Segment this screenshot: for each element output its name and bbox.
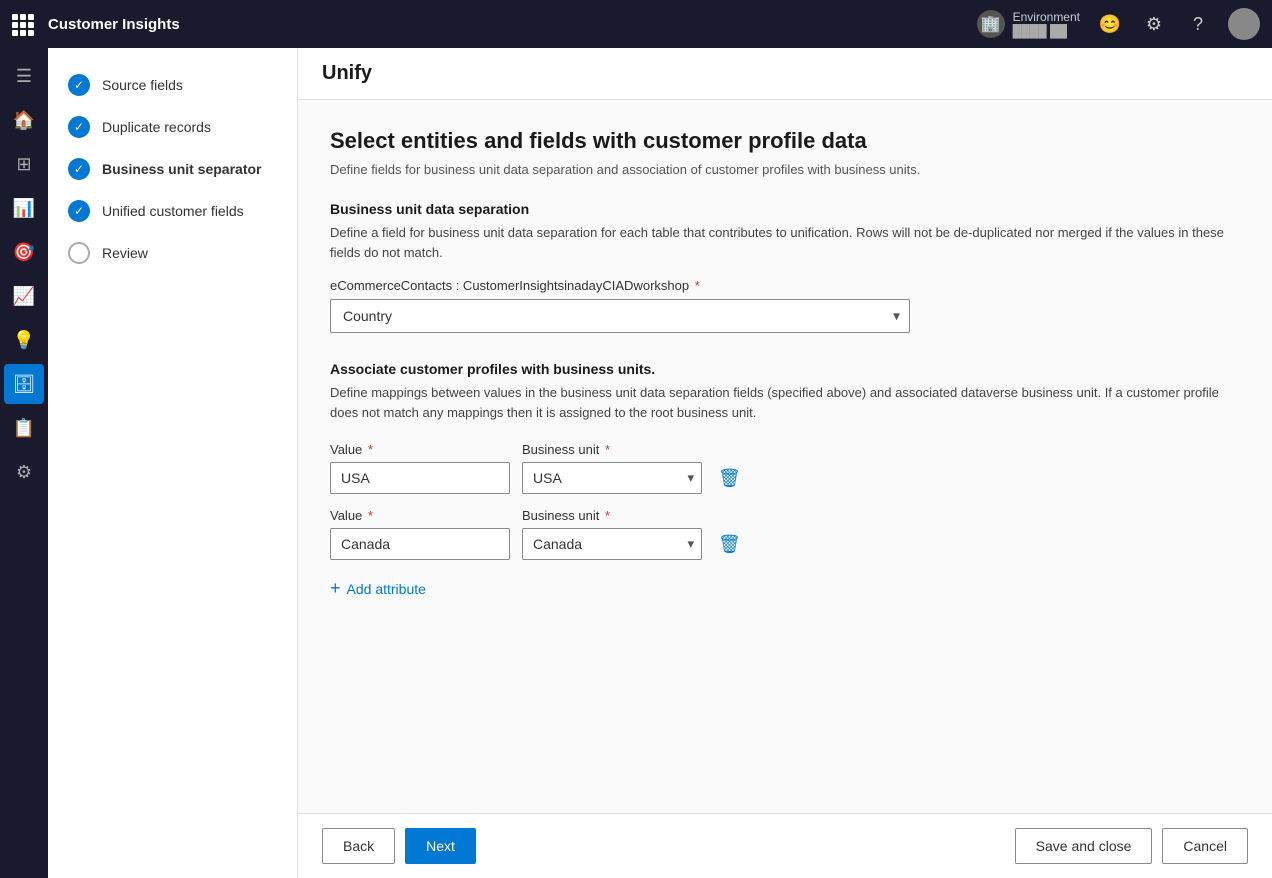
sidebar-step-unified-customer-fields[interactable]: ✓ Unified customer fields [48,190,297,232]
gear-icon[interactable]: ⚙ [1140,10,1168,38]
step-circle-review [68,242,90,264]
bu-required-2: * [605,508,610,523]
required-asterisk: * [695,278,700,293]
step-label-review: Review [102,245,148,261]
bu-col-2: Business unit * Canada USA ▾ [522,508,702,560]
add-attribute-button[interactable]: + Add attribute [330,574,426,603]
mapping-row-1: Value * Business unit * USA [330,442,1240,494]
home-icon[interactable]: 🏠 [4,100,44,140]
page-footer: Back Next Save and close Cancel [298,813,1272,878]
associate-profiles-block: Associate customer profiles with busines… [330,361,1240,603]
smiley-icon[interactable]: 😊 [1096,10,1124,38]
content-sidebar: ✓ Source fields ✓ Duplicate records ✓ Bu… [48,48,298,878]
reports-icon[interactable]: 📋 [4,408,44,448]
icon-sidebar: ☰ 🏠 ⊞ 📊 🎯 📈 💡 🗄 📋 ⚙ [0,48,48,878]
value-col-1: Value * [330,442,510,494]
bu-col-1: Business unit * USA Canada ▾ [522,442,702,494]
settings-icon[interactable]: ⚙ [4,452,44,492]
country-select[interactable]: Country Region City [330,299,910,333]
save-close-button[interactable]: Save and close [1015,828,1153,864]
assoc-desc: Define mappings between values in the bu… [330,383,1240,422]
menu-icon[interactable]: ☰ [4,56,44,96]
bu-label-2: Business unit * [522,508,702,523]
cancel-button[interactable]: Cancel [1162,828,1248,864]
sidebar-step-review[interactable]: Review [48,232,297,274]
bus-sep-field-label: eCommerceContacts : CustomerInsightsinad… [330,278,1240,293]
bus-sep-desc: Define a field for business unit data se… [330,223,1240,262]
page-header: Unify [298,48,1272,100]
value-label-2: Value * [330,508,510,523]
section-subtitle: Define fields for business unit data sep… [330,162,1240,177]
sidebar-step-duplicate-records[interactable]: ✓ Duplicate records [48,106,297,148]
section-title: Select entities and fields with customer… [330,128,1240,154]
assoc-title: Associate customer profiles with busines… [330,361,1240,377]
bu-required-1: * [605,442,610,457]
delete-button-2[interactable]: 🗑 [714,530,745,559]
country-select-wrap: Country Region City ▾ [330,299,910,333]
chart-icon[interactable]: 📈 [4,276,44,316]
grid-icon[interactable] [12,14,32,34]
target-icon[interactable]: 🎯 [4,232,44,272]
topnav: Customer Insights 🏢 Environment ████ ██ … [0,0,1272,48]
value-label-1: Value * [330,442,510,457]
business-unit-separation-block: Business unit data separation Define a f… [330,201,1240,333]
mapping-row-2: Value * Business unit * Canada [330,508,1240,560]
required-1: * [368,442,373,457]
step-label-unified-customer-fields: Unified customer fields [102,203,244,219]
add-attribute-label: Add attribute [347,581,426,597]
help-icon[interactable]: ? [1184,10,1212,38]
lightbulb-icon[interactable]: 💡 [4,320,44,360]
required-2: * [368,508,373,523]
bu-select-wrap-1: USA Canada ▾ [522,462,702,494]
page-content: Unify Select entities and fields with cu… [298,48,1272,878]
app-title: Customer Insights [48,16,965,33]
environment-label: Environment [1013,10,1080,24]
step-label-source-fields: Source fields [102,77,183,93]
plus-icon: + [330,578,341,599]
step-circle-business-unit-separator: ✓ [68,158,90,180]
page-title: Unify [322,62,1248,85]
data-icon[interactable]: 🗄 [4,364,44,404]
dashboard-icon[interactable]: ⊞ [4,144,44,184]
bu-select-1[interactable]: USA Canada [522,462,702,494]
sidebar-step-business-unit-separator[interactable]: ✓ Business unit separator [48,148,297,190]
bu-label-1: Business unit * [522,442,702,457]
step-label-business-unit-separator: Business unit separator [102,161,262,177]
insights-icon[interactable]: 📊 [4,188,44,228]
bu-select-wrap-2: Canada USA ▾ [522,528,702,560]
step-circle-unified-customer-fields: ✓ [68,200,90,222]
value-input-1[interactable] [330,462,510,494]
step-label-duplicate-records: Duplicate records [102,119,211,135]
environment-value: ████ ██ [1013,24,1080,38]
avatar[interactable] [1228,8,1260,40]
delete-button-1[interactable]: 🗑 [714,464,745,493]
value-col-2: Value * [330,508,510,560]
environment-info[interactable]: 🏢 Environment ████ ██ [977,10,1080,38]
next-button[interactable]: Next [405,828,476,864]
step-circle-source-fields: ✓ [68,74,90,96]
sidebar-step-source-fields[interactable]: ✓ Source fields [48,64,297,106]
step-circle-duplicate-records: ✓ [68,116,90,138]
value-input-2[interactable] [330,528,510,560]
page-main: Select entities and fields with customer… [298,100,1272,813]
bus-sep-title: Business unit data separation [330,201,1240,217]
bu-select-2[interactable]: Canada USA [522,528,702,560]
back-button[interactable]: Back [322,828,395,864]
environment-icon: 🏢 [977,10,1005,38]
